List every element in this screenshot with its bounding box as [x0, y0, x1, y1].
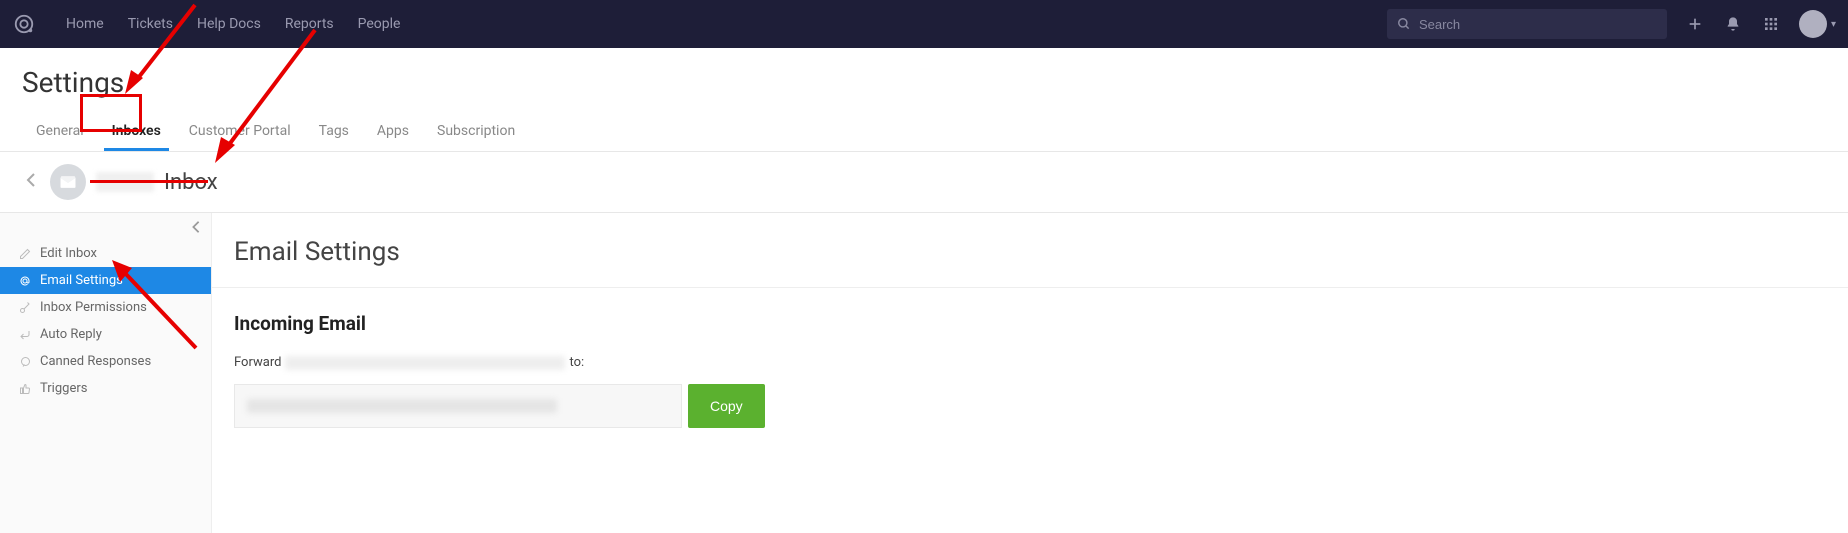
forwarding-address-input[interactable] [234, 384, 682, 428]
sidebar-item-canned-responses[interactable]: Canned Responses [0, 348, 211, 375]
sidebar-item-label: Canned Responses [40, 354, 151, 369]
tab-apps[interactable]: Apps [363, 113, 423, 151]
nav-people[interactable]: People [346, 0, 413, 48]
user-menu[interactable]: ▾ [1793, 10, 1836, 38]
main-panel: Email Settings Incoming Email Forward to… [212, 213, 1848, 533]
inbox-subheader: Inbox [0, 152, 1848, 213]
sidebar-item-label: Email Settings [40, 273, 123, 288]
copy-row: Copy [234, 384, 1826, 428]
sidebar-item-inbox-permissions[interactable]: Inbox Permissions [0, 294, 211, 321]
section-title: Incoming Email [234, 312, 1826, 335]
key-icon [18, 302, 32, 314]
sidebar-item-label: Inbox Permissions [40, 300, 147, 315]
inbox-name-redacted [96, 172, 154, 192]
chat-icon [18, 356, 32, 368]
settings-header: Settings General Inboxes Customer Portal… [0, 48, 1848, 152]
sidebar-collapse-button[interactable] [0, 213, 211, 240]
pencil-icon [18, 248, 32, 260]
forward-prefix: Forward [234, 355, 281, 370]
tab-subscription[interactable]: Subscription [423, 113, 529, 151]
sidebar-item-email-settings[interactable]: Email Settings [0, 267, 211, 294]
inbox-icon [58, 172, 78, 192]
nav-tickets[interactable]: Tickets [116, 0, 185, 48]
sidebar-item-triggers[interactable]: Triggers [0, 375, 211, 402]
nav-home[interactable]: Home [54, 0, 116, 48]
tab-inboxes[interactable]: Inboxes [98, 113, 175, 151]
sidebar-item-auto-reply[interactable]: Auto Reply [0, 321, 211, 348]
nav-help-docs[interactable]: Help Docs [185, 0, 273, 48]
search-icon [1397, 17, 1411, 31]
sidebar: Edit Inbox Email Settings Inbox Permissi… [0, 213, 212, 533]
tab-general[interactable]: General [22, 113, 98, 151]
search-input[interactable] [1419, 17, 1657, 32]
inbox-avatar [50, 164, 86, 200]
reply-icon [18, 329, 32, 341]
search-box[interactable] [1387, 9, 1667, 39]
back-button[interactable] [22, 168, 40, 197]
inbox-name-label: Inbox [164, 170, 218, 195]
main-header: Email Settings [212, 213, 1848, 288]
page-title: Settings [22, 66, 1826, 99]
at-icon [18, 275, 32, 287]
sidebar-item-label: Triggers [40, 381, 87, 396]
add-button[interactable] [1679, 8, 1711, 40]
chevron-down-icon: ▾ [1831, 19, 1836, 30]
chevron-left-icon [26, 172, 36, 188]
sidebar-item-label: Auto Reply [40, 327, 102, 342]
bell-icon [1725, 16, 1741, 32]
copy-button[interactable]: Copy [688, 384, 765, 428]
sidebar-item-edit-inbox[interactable]: Edit Inbox [0, 240, 211, 267]
forwarding-address-redacted [247, 399, 557, 413]
content: Edit Inbox Email Settings Inbox Permissi… [0, 213, 1848, 533]
incoming-email-section: Incoming Email Forward to: Copy [212, 288, 1848, 452]
forward-email-redacted [285, 356, 565, 370]
nav-links: Home Tickets Help Docs Reports People [54, 0, 412, 48]
avatar [1799, 10, 1827, 38]
tab-customer-portal[interactable]: Customer Portal [175, 113, 305, 151]
forward-suffix: to: [569, 355, 584, 370]
app-logo[interactable] [12, 12, 36, 36]
apps-grid-icon [1763, 16, 1779, 32]
main-title: Email Settings [234, 237, 1826, 267]
notifications-button[interactable] [1717, 8, 1749, 40]
top-navigation: Home Tickets Help Docs Reports People ▾ [0, 0, 1848, 48]
tab-tags[interactable]: Tags [305, 113, 363, 151]
apps-button[interactable] [1755, 8, 1787, 40]
sidebar-item-label: Edit Inbox [40, 246, 97, 261]
forward-instruction: Forward to: [234, 355, 1826, 370]
nav-reports[interactable]: Reports [273, 0, 346, 48]
thumb-icon [18, 383, 32, 395]
settings-tabs: General Inboxes Customer Portal Tags App… [22, 113, 1826, 151]
chevron-left-icon [191, 220, 201, 234]
